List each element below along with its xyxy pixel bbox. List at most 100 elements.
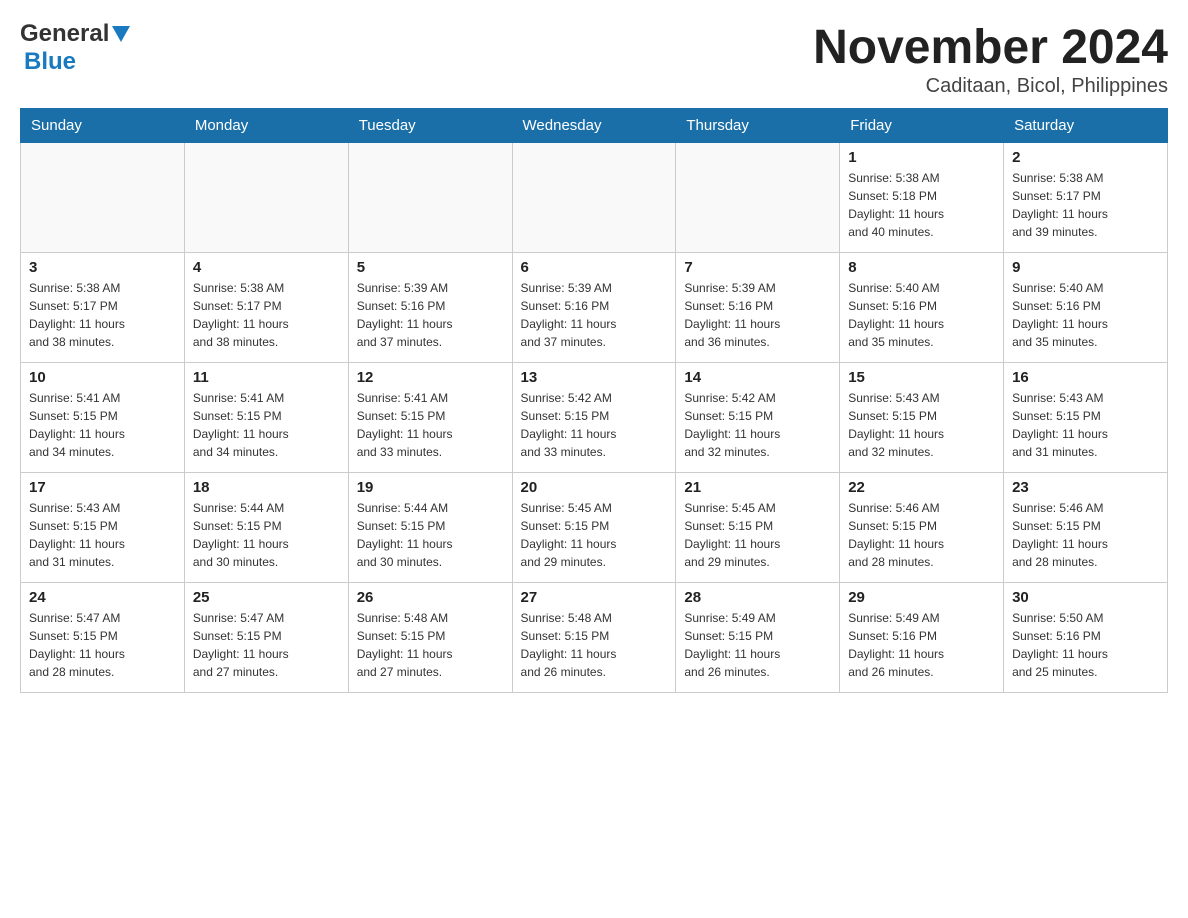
header-monday: Monday [184, 109, 348, 143]
day-number: 23 [1012, 479, 1159, 496]
calendar-week-row: 17Sunrise: 5:43 AMSunset: 5:15 PMDayligh… [21, 473, 1168, 583]
table-row: 19 Sunrise: 5:44 AMSunset: 5:15 PMDayligh… [348, 473, 512, 583]
day-number: 20 [521, 479, 668, 496]
day-number: 5 [357, 259, 504, 276]
table-row: 7 Sunrise: 5:39 AMSunset: 5:16 PMDaylight… [676, 253, 840, 363]
day-info: Sunrise: 5:50 AMSunset: 5:16 PMDaylight:… [1012, 609, 1159, 681]
table-row: 6Sunrise: 5:39 AMSunset: 5:16 PMDaylight… [512, 253, 676, 363]
day-number: 3 [29, 259, 176, 276]
day-number: 21 [684, 479, 831, 496]
header-friday: Friday [840, 109, 1004, 143]
day-number: 4 [193, 259, 340, 276]
day-number: 18 [193, 479, 340, 496]
day-number: 30 [1012, 589, 1159, 606]
table-row: 10 Sunrise: 5:41 AMSunset: 5:15 PMDayligh… [21, 363, 185, 473]
day-number: 13 [521, 369, 668, 386]
day-number: 1 [848, 149, 995, 166]
table-row: 20 Sunrise: 5:45 AMSunset: 5:15 PMDayligh… [512, 473, 676, 583]
day-number: 28 [684, 589, 831, 606]
header-thursday: Thursday [676, 109, 840, 143]
table-row [676, 143, 840, 253]
day-info: Sunrise: 5:41 AMSunset: 5:15 PMDaylight:… [29, 389, 176, 461]
table-row: 18Sunrise: 5:44 AMSunset: 5:15 PMDayligh… [184, 473, 348, 583]
table-row [184, 143, 348, 253]
day-info: Sunrise: 5:38 AMSunset: 5:18 PMDaylight:… [848, 169, 995, 241]
day-number: 10 [29, 369, 176, 386]
table-row: 30 Sunrise: 5:50 AMSunset: 5:16 PMDayligh… [1004, 583, 1168, 693]
day-info: Sunrise: 5:46 AMSunset: 5:15 PMDaylight:… [848, 499, 995, 571]
table-row [512, 143, 676, 253]
table-row: 2Sunrise: 5:38 AMSunset: 5:17 PMDaylight… [1004, 143, 1168, 253]
table-row: 26 Sunrise: 5:48 AMSunset: 5:15 PMDayligh… [348, 583, 512, 693]
table-row: 16 Sunrise: 5:43 AMSunset: 5:15 PMDayligh… [1004, 363, 1168, 473]
calendar-week-row: 24 Sunrise: 5:47 AMSunset: 5:15 PMDayligh… [21, 583, 1168, 693]
day-info: Sunrise: 5:38 AMSunset: 5:17 PMDaylight:… [29, 279, 176, 351]
day-number: 16 [1012, 369, 1159, 386]
day-number: 11 [193, 369, 340, 386]
logo-general-text: General [20, 20, 109, 48]
table-row: 22 Sunrise: 5:46 AMSunset: 5:15 PMDayligh… [840, 473, 1004, 583]
day-number: 26 [357, 589, 504, 606]
day-number: 24 [29, 589, 176, 606]
day-number: 14 [684, 369, 831, 386]
table-row: 12 Sunrise: 5:41 AMSunset: 5:15 PMDayligh… [348, 363, 512, 473]
day-info: Sunrise: 5:38 AMSunset: 5:17 PMDaylight:… [1012, 169, 1159, 241]
day-info: Sunrise: 5:47 AMSunset: 5:15 PMDaylight:… [193, 609, 340, 681]
table-row: 11 Sunrise: 5:41 AMSunset: 5:15 PMDayligh… [184, 363, 348, 473]
logo-blue-text: Blue [24, 48, 76, 75]
day-info: Sunrise: 5:45 AMSunset: 5:15 PMDaylight:… [521, 499, 668, 571]
table-row: 27 Sunrise: 5:48 AMSunset: 5:15 PMDayligh… [512, 583, 676, 693]
table-row: 1 Sunrise: 5:38 AMSunset: 5:18 PMDaylight… [840, 143, 1004, 253]
day-info: Sunrise: 5:44 AMSunset: 5:15 PMDaylight:… [357, 499, 504, 571]
table-row: 29 Sunrise: 5:49 AMSunset: 5:16 PMDayligh… [840, 583, 1004, 693]
day-info: Sunrise: 5:48 AMSunset: 5:15 PMDaylight:… [521, 609, 668, 681]
day-info: Sunrise: 5:46 AMSunset: 5:15 PMDaylight:… [1012, 499, 1159, 571]
header-tuesday: Tuesday [348, 109, 512, 143]
day-number: 12 [357, 369, 504, 386]
day-info: Sunrise: 5:42 AMSunset: 5:15 PMDaylight:… [521, 389, 668, 461]
calendar-week-row: 3 Sunrise: 5:38 AMSunset: 5:17 PMDaylight… [21, 253, 1168, 363]
table-row: 8 Sunrise: 5:40 AMSunset: 5:16 PMDaylight… [840, 253, 1004, 363]
day-number: 9 [1012, 259, 1159, 276]
day-info: Sunrise: 5:43 AMSunset: 5:15 PMDaylight:… [1012, 389, 1159, 461]
day-number: 27 [521, 589, 668, 606]
table-row: 15Sunrise: 5:43 AMSunset: 5:15 PMDayligh… [840, 363, 1004, 473]
day-info: Sunrise: 5:48 AMSunset: 5:15 PMDaylight:… [357, 609, 504, 681]
day-number: 22 [848, 479, 995, 496]
table-row: 17Sunrise: 5:43 AMSunset: 5:15 PMDayligh… [21, 473, 185, 583]
day-number: 15 [848, 369, 995, 386]
table-row: 23 Sunrise: 5:46 AMSunset: 5:15 PMDayligh… [1004, 473, 1168, 583]
day-info: Sunrise: 5:39 AMSunset: 5:16 PMDaylight:… [684, 279, 831, 351]
calendar-week-row: 1 Sunrise: 5:38 AMSunset: 5:18 PMDaylight… [21, 143, 1168, 253]
day-info: Sunrise: 5:41 AMSunset: 5:15 PMDaylight:… [193, 389, 340, 461]
day-info: Sunrise: 5:45 AMSunset: 5:15 PMDaylight:… [684, 499, 831, 571]
day-number: 19 [357, 479, 504, 496]
table-row: 4Sunrise: 5:38 AMSunset: 5:17 PMDaylight… [184, 253, 348, 363]
table-row: 28 Sunrise: 5:49 AMSunset: 5:15 PMDayligh… [676, 583, 840, 693]
day-info: Sunrise: 5:39 AMSunset: 5:16 PMDaylight:… [357, 279, 504, 351]
day-info: Sunrise: 5:49 AMSunset: 5:15 PMDaylight:… [684, 609, 831, 681]
table-row [21, 143, 185, 253]
table-row: 21 Sunrise: 5:45 AMSunset: 5:15 PMDayligh… [676, 473, 840, 583]
day-number: 8 [848, 259, 995, 276]
page-header: General Blue November 2024 Caditaan, Bic… [20, 20, 1168, 98]
table-row: 3 Sunrise: 5:38 AMSunset: 5:17 PMDaylight… [21, 253, 185, 363]
day-info: Sunrise: 5:40 AMSunset: 5:16 PMDaylight:… [848, 279, 995, 351]
day-info: Sunrise: 5:49 AMSunset: 5:16 PMDaylight:… [848, 609, 995, 681]
header-saturday: Saturday [1004, 109, 1168, 143]
table-row: 9Sunrise: 5:40 AMSunset: 5:16 PMDaylight… [1004, 253, 1168, 363]
day-info: Sunrise: 5:42 AMSunset: 5:15 PMDaylight:… [684, 389, 831, 461]
day-number: 7 [684, 259, 831, 276]
day-number: 29 [848, 589, 995, 606]
day-info: Sunrise: 5:41 AMSunset: 5:15 PMDaylight:… [357, 389, 504, 461]
day-number: 6 [521, 259, 668, 276]
logo-triangle-icon [112, 26, 130, 47]
day-info: Sunrise: 5:47 AMSunset: 5:15 PMDaylight:… [29, 609, 176, 681]
table-row: 13 Sunrise: 5:42 AMSunset: 5:15 PMDayligh… [512, 363, 676, 473]
header-sunday: Sunday [21, 109, 185, 143]
calendar-table: Sunday Monday Tuesday Wednesday Thursday… [20, 108, 1168, 693]
calendar-header-row: Sunday Monday Tuesday Wednesday Thursday… [21, 109, 1168, 143]
day-info: Sunrise: 5:43 AMSunset: 5:15 PMDaylight:… [29, 499, 176, 571]
table-row: 24 Sunrise: 5:47 AMSunset: 5:15 PMDayligh… [21, 583, 185, 693]
subtitle: Caditaan, Bicol, Philippines [813, 75, 1168, 98]
